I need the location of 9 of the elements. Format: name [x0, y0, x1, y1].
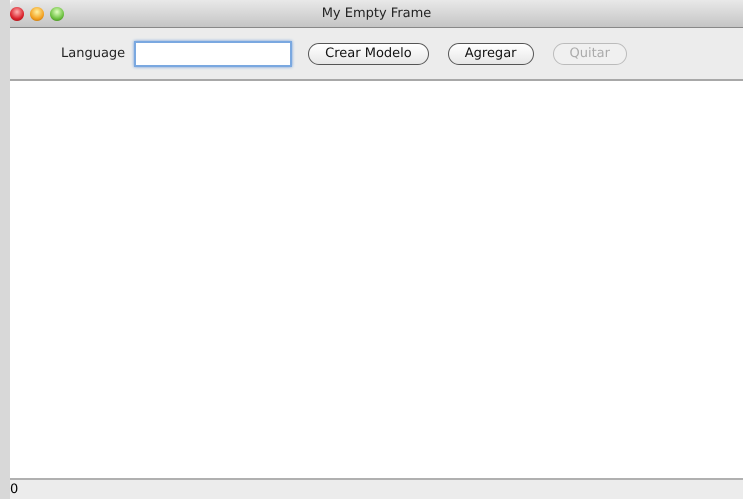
toolbar-button[interactable]: Agregar — [448, 42, 534, 64]
minimize-icon[interactable] — [30, 6, 44, 20]
close-icon[interactable] — [10, 6, 24, 20]
language-field[interactable] — [134, 40, 292, 66]
zoom-icon[interactable] — [50, 6, 64, 20]
toolbar-button[interactable]: Crear Modelo — [308, 42, 429, 64]
field-label: Language — [61, 46, 126, 61]
window-title: My Empty Frame — [322, 6, 432, 21]
status-text: 0 — [10, 482, 18, 497]
